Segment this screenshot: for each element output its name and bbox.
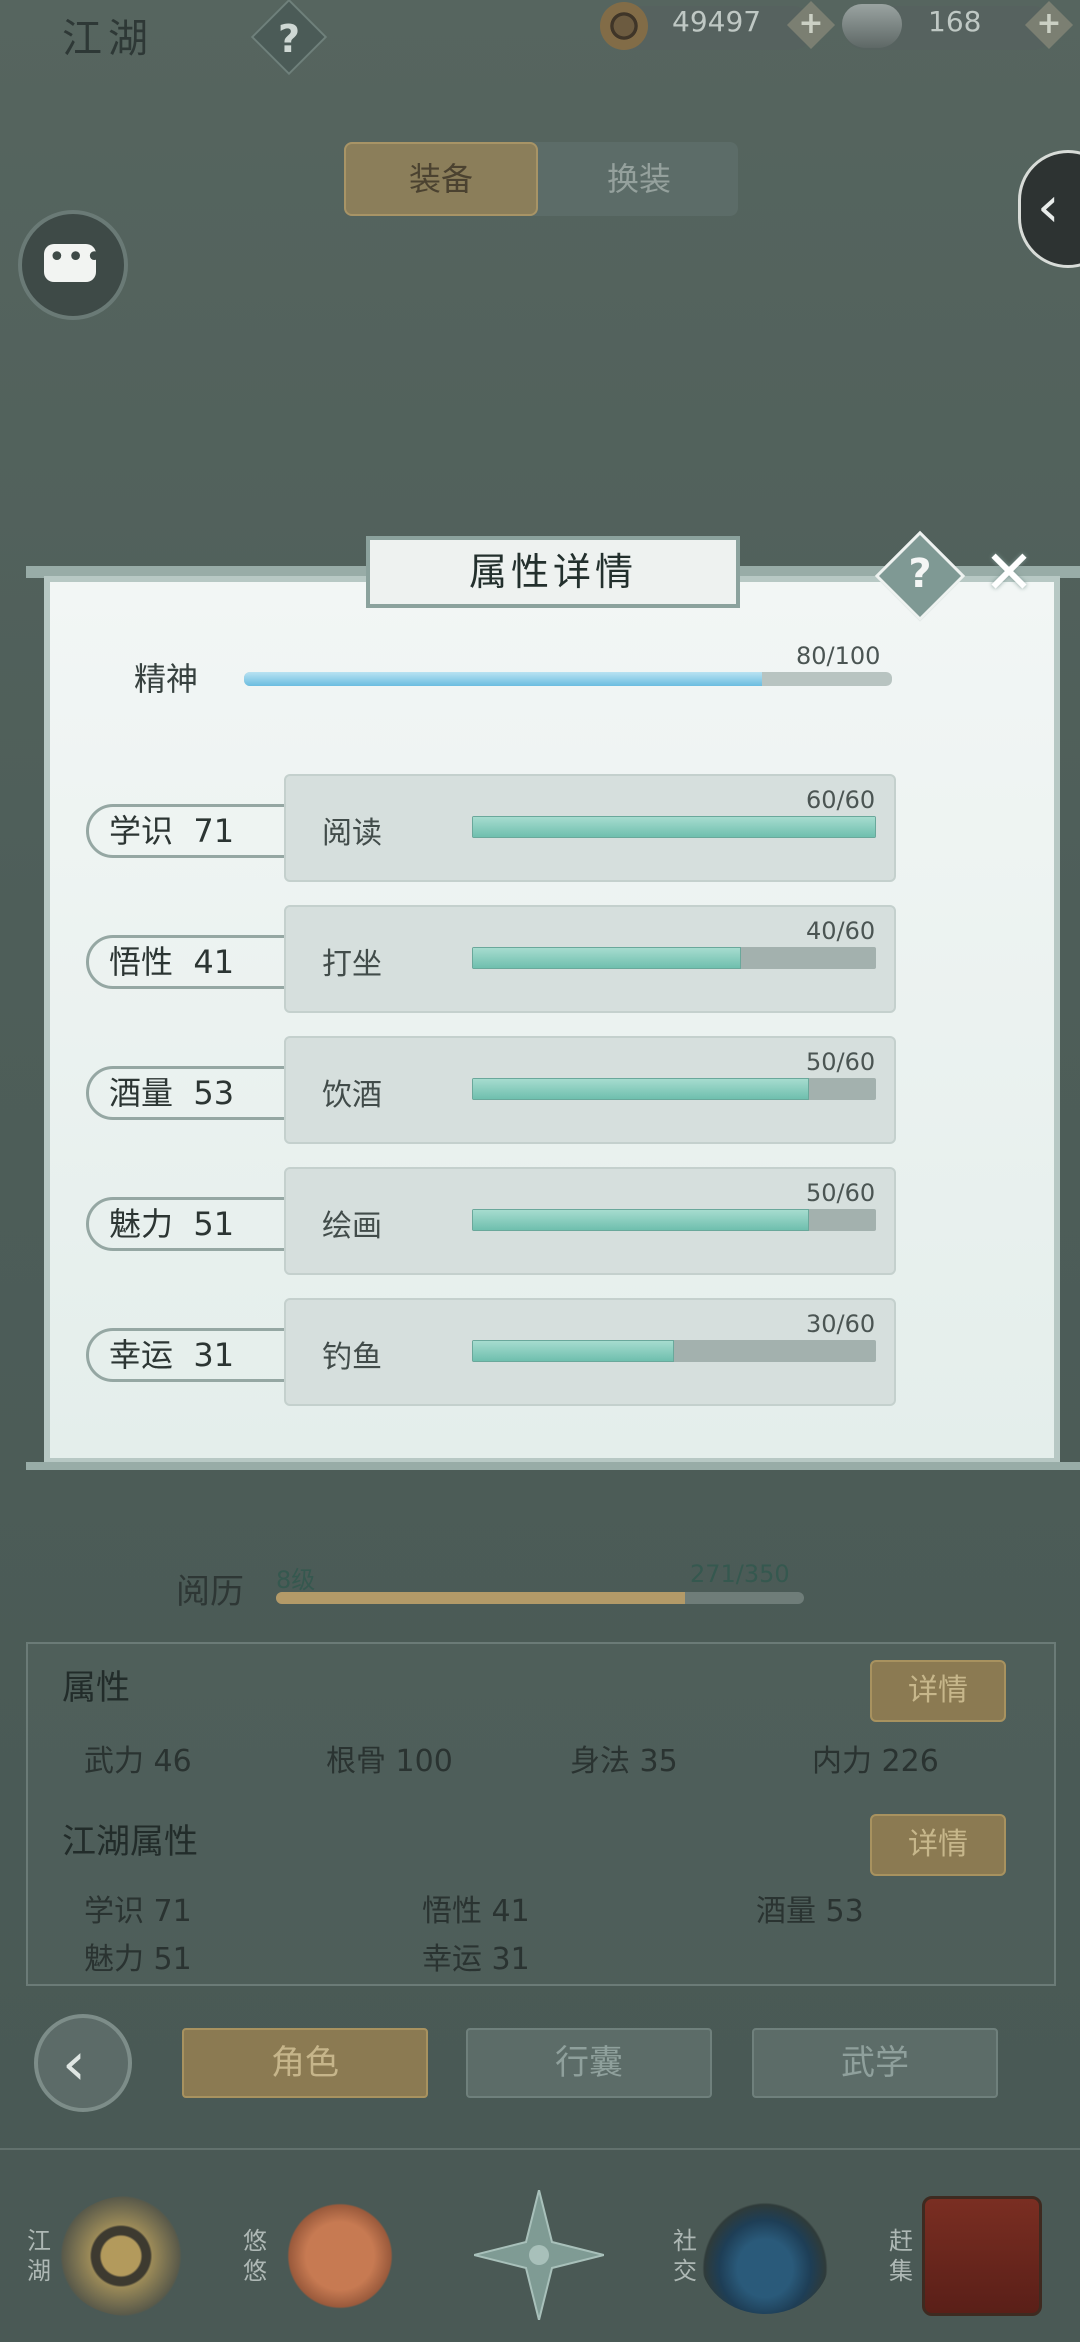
tab-martial[interactable]: 武学	[752, 2028, 998, 2098]
attribute-value: 51	[193, 1205, 235, 1243]
activity-progress-bar	[472, 1209, 876, 1231]
attribute-value: 71	[193, 812, 235, 850]
activity-progress-text: 40/60	[806, 917, 876, 945]
plus-icon[interactable]: +	[791, 4, 831, 44]
wave-icon[interactable]	[700, 2200, 830, 2314]
attributes-panel: 属性 详情 武力 46 根骨 100 身法 35 内力 226 江湖属性 详情 …	[26, 1642, 1056, 1986]
help-icon[interactable]: ?	[262, 12, 316, 66]
activity-progress-fill	[472, 1078, 809, 1100]
chevron-left-icon: ‹	[62, 2029, 86, 2099]
tab-role[interactable]: 角色	[182, 2028, 428, 2098]
attribute-name: 幸运	[109, 1336, 174, 1374]
ingot-value: 168	[928, 5, 982, 38]
activity-progress-bar	[472, 1340, 876, 1362]
chat-dots-icon: •••	[48, 240, 105, 275]
close-icon[interactable]: ✕	[974, 538, 1044, 608]
attribute-value: 31	[193, 1336, 235, 1374]
attributes-detail-button[interactable]: 详情	[870, 1660, 1006, 1722]
experience-bar	[276, 1592, 804, 1604]
stat-neili: 内力 226	[812, 1744, 939, 1779]
swallow-icon[interactable]	[280, 2196, 400, 2316]
tab-outfit[interactable]: 换装	[540, 142, 738, 216]
stat-xingyun: 幸运 31	[422, 1942, 530, 1977]
activity-progress-bar	[472, 816, 876, 838]
back-button[interactable]: ‹	[34, 2014, 132, 2112]
activity-progress-fill	[472, 947, 742, 969]
attribute-name: 魅力	[109, 1205, 174, 1243]
page-title: 江湖	[62, 16, 154, 62]
spirit-value: 80/100	[796, 642, 881, 670]
header: 江湖 ? 49497 + 168 +	[0, 0, 1080, 80]
coin-icon	[600, 2, 648, 50]
nav-social-label[interactable]: 社交	[670, 2226, 700, 2286]
attributes-title: 属性	[62, 1668, 130, 1708]
modal-bottom-rail	[26, 1462, 1080, 1470]
attribute-name: 悟性	[109, 943, 174, 981]
plus-icon[interactable]: +	[1029, 4, 1069, 44]
straw-hat-icon[interactable]	[58, 2196, 198, 2316]
spirit-bar-fill	[244, 672, 763, 686]
stat-shenfa: 身法 35	[570, 1744, 678, 1779]
activity-row[interactable]: 饮酒 50/60	[284, 1036, 896, 1144]
attribute-details-modal: 属性详情 ? ✕ 精神 80/100 学识 71 阅读 60/60 悟性 41 打坐 40…	[26, 530, 1080, 1470]
activity-label: 钓鱼	[322, 1340, 382, 1375]
experience-label: 阅历	[176, 1572, 244, 1612]
activity-progress-fill	[472, 1209, 809, 1231]
spirit-label: 精神	[134, 660, 199, 698]
attribute-name: 酒量	[109, 1074, 174, 1112]
activity-label: 阅读	[322, 816, 382, 851]
activity-progress-fill	[472, 1340, 674, 1362]
activity-label: 饮酒	[322, 1078, 382, 1113]
activity-row[interactable]: 钓鱼 30/60	[284, 1298, 896, 1406]
attribute-value: 41	[193, 943, 235, 981]
experience-level: 8级	[276, 1566, 316, 1594]
experience-value: 271/350	[690, 1560, 790, 1588]
activity-progress-text: 50/60	[806, 1048, 876, 1076]
attribute-value: 53	[193, 1074, 235, 1112]
chevron-left-icon: ‹	[1037, 175, 1060, 240]
compass-star-icon[interactable]	[474, 2190, 604, 2320]
tab-bag[interactable]: 行囊	[466, 2028, 712, 2098]
activity-row[interactable]: 打坐 40/60	[284, 905, 896, 1013]
nav-market-label[interactable]: 赶集	[886, 2226, 916, 2286]
activity-progress-fill	[472, 816, 876, 838]
jianghu-attributes-title: 江湖属性	[62, 1822, 198, 1862]
activity-progress-text: 60/60	[806, 786, 876, 814]
activity-label: 打坐	[322, 947, 382, 982]
activity-row[interactable]: 绘画 50/60	[284, 1167, 896, 1275]
activity-progress-bar	[472, 1078, 876, 1100]
attribute-name: 学识	[109, 812, 174, 850]
stat-jiuliang: 酒量 53	[756, 1894, 864, 1929]
nav-jianghu-label[interactable]: 江湖	[24, 2226, 54, 2286]
stat-wuli: 武力 46	[84, 1744, 192, 1779]
question-icon[interactable]: ?	[888, 542, 952, 606]
activity-label: 绘画	[322, 1209, 382, 1244]
jianghu-detail-button[interactable]: 详情	[870, 1814, 1006, 1876]
market-box-icon[interactable]	[922, 2196, 1042, 2316]
activity-progress-bar	[472, 947, 876, 969]
silver-ingot-icon	[842, 4, 902, 48]
stat-gengu: 根骨 100	[326, 1744, 453, 1779]
chat-button[interactable]: •••	[18, 210, 128, 320]
spirit-bar	[244, 672, 892, 686]
stat-wuxing: 悟性 41	[422, 1894, 530, 1929]
activity-progress-text: 30/60	[806, 1310, 876, 1338]
modal-title: 属性详情	[366, 536, 740, 608]
experience-bar-fill	[276, 1592, 685, 1604]
tab-equipment[interactable]: 装备	[344, 142, 538, 216]
coin-value: 49497	[672, 5, 762, 38]
stat-xueshi: 学识 71	[84, 1894, 192, 1929]
nav-youyou-label[interactable]: 悠悠	[240, 2226, 270, 2286]
stat-meili: 魅力 51	[84, 1942, 192, 1977]
activity-row[interactable]: 阅读 60/60	[284, 774, 896, 882]
activity-progress-text: 50/60	[806, 1179, 876, 1207]
